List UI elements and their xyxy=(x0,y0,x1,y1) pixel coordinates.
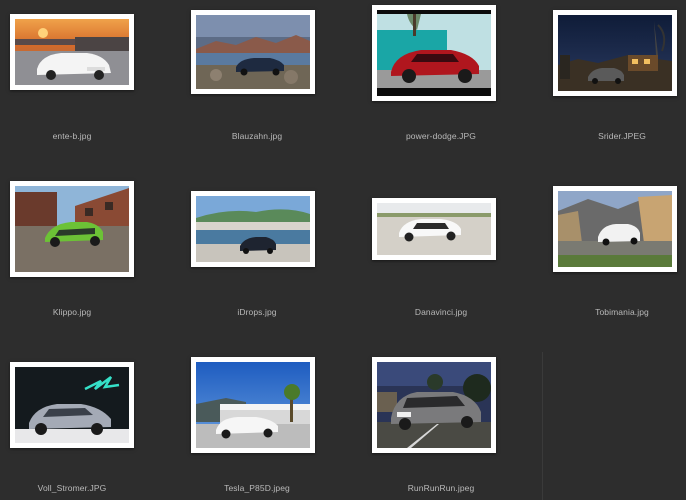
file-tile[interactable]: Klippo.jpg xyxy=(0,176,150,346)
file-name: Klippo.jpg xyxy=(52,307,92,317)
file-name: Blauzahn.jpg xyxy=(231,131,283,141)
file-tile[interactable]: Tesla_P85D.jpeg xyxy=(183,352,333,500)
file-name: iDrops.jpg xyxy=(237,307,277,317)
file-tile[interactable]: Danavinci.jpg xyxy=(364,176,514,346)
file-tile[interactable]: power-dodge.JPG xyxy=(364,0,514,170)
file-name: power-dodge.JPG xyxy=(405,131,476,141)
image-thumbnail-icon[interactable] xyxy=(372,357,496,453)
file-tile[interactable]: Tobimania.jpg xyxy=(545,176,686,346)
file-tile[interactable]: ente-b.jpg xyxy=(0,0,150,170)
file-tile[interactable]: iDrops.jpg xyxy=(183,176,333,346)
file-name: Tobimania.jpg xyxy=(595,307,649,317)
file-tile[interactable]: RunRunRun.jpeg xyxy=(364,352,514,500)
file-name: RunRunRun.jpeg xyxy=(407,483,475,493)
image-thumbnail-icon[interactable] xyxy=(372,198,496,260)
file-name: Srider.JPEG xyxy=(598,131,646,141)
image-thumbnail-icon[interactable] xyxy=(10,362,134,448)
column-divider xyxy=(542,352,543,500)
file-name: Voll_Stromer.JPG xyxy=(37,483,107,493)
image-thumbnail-icon[interactable] xyxy=(191,191,315,267)
image-thumbnail-icon[interactable] xyxy=(191,357,315,453)
image-thumbnail-icon[interactable] xyxy=(372,5,496,101)
image-thumbnail-icon[interactable] xyxy=(10,181,134,277)
image-thumbnail-icon[interactable] xyxy=(553,186,677,272)
file-grid: ente-b.jpg Blauzahn.jpg power-dodge.JPG … xyxy=(0,0,686,500)
image-thumbnail-icon[interactable] xyxy=(553,10,677,96)
file-tile[interactable]: Blauzahn.jpg xyxy=(183,0,333,170)
file-tile[interactable]: Voll_Stromer.JPG xyxy=(0,352,150,500)
file-name: Danavinci.jpg xyxy=(414,307,468,317)
image-thumbnail-icon[interactable] xyxy=(10,14,134,90)
image-thumbnail-icon[interactable] xyxy=(191,10,315,94)
file-name: Tesla_P85D.jpeg xyxy=(224,483,290,493)
file-tile[interactable]: Srider.JPEG xyxy=(545,0,686,170)
file-name: ente-b.jpg xyxy=(52,131,92,141)
